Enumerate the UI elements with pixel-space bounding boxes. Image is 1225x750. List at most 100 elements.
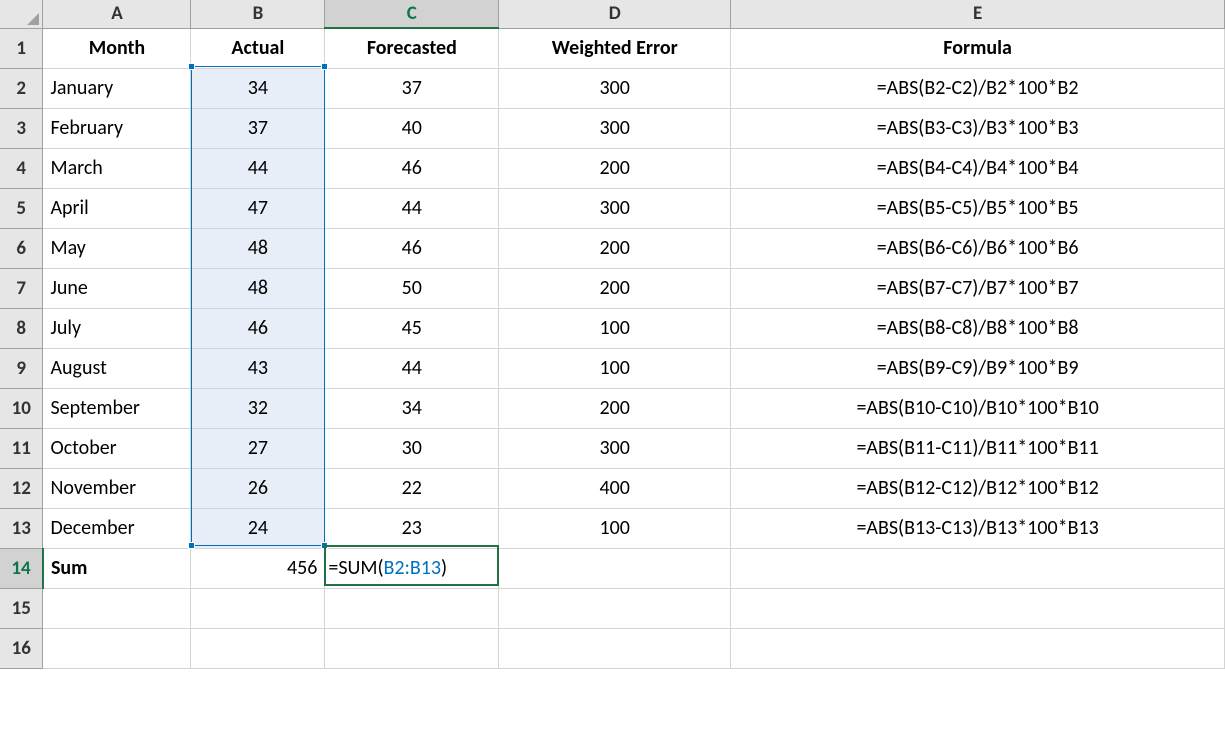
cell-D15[interactable]	[499, 588, 731, 628]
row-header-16[interactable]: 16	[0, 628, 43, 668]
cell-A4[interactable]: March	[43, 148, 191, 188]
cell-D14[interactable]	[499, 548, 731, 588]
cell-D4[interactable]: 200	[499, 148, 731, 188]
cell-A2[interactable]: January	[43, 68, 191, 108]
cell-D5[interactable]: 300	[499, 188, 731, 228]
row-header-1[interactable]: 1	[0, 28, 43, 68]
cell-B11[interactable]: 27	[191, 428, 325, 468]
cell-C6[interactable]: 46	[325, 228, 499, 268]
cell-E8[interactable]: =ABS(B8-C8)/B8*100*B8	[731, 308, 1225, 348]
cell-D10[interactable]: 200	[499, 388, 731, 428]
cell-A1[interactable]: Month	[43, 28, 191, 68]
cell-D2[interactable]: 300	[499, 68, 731, 108]
cell-C11[interactable]: 30	[325, 428, 499, 468]
cell-C15[interactable]	[325, 588, 499, 628]
cell-B1[interactable]: Actual	[191, 28, 325, 68]
cell-A14[interactable]: Sum	[43, 548, 191, 588]
cell-C10[interactable]: 34	[325, 388, 499, 428]
cell-E13[interactable]: =ABS(B13-C13)/B13*100*B13	[731, 508, 1225, 548]
cell-B10[interactable]: 32	[191, 388, 325, 428]
cell-E1[interactable]: Formula	[731, 28, 1225, 68]
cell-D8[interactable]: 100	[499, 308, 731, 348]
cell-E5[interactable]: =ABS(B5-C5)/B5*100*B5	[731, 188, 1225, 228]
cell-C13[interactable]: 23	[325, 508, 499, 548]
cell-A7[interactable]: June	[43, 268, 191, 308]
cell-E12[interactable]: =ABS(B12-C12)/B12*100*B12	[731, 468, 1225, 508]
cell-A11[interactable]: October	[43, 428, 191, 468]
cell-E2[interactable]: =ABS(B2-C2)/B2*100*B2	[731, 68, 1225, 108]
cell-D3[interactable]: 300	[499, 108, 731, 148]
cell-A6[interactable]: May	[43, 228, 191, 268]
column-header-A[interactable]: A	[43, 0, 191, 28]
row-header-7[interactable]: 7	[0, 268, 43, 308]
row-header-2[interactable]: 2	[0, 68, 43, 108]
cell-E7[interactable]: =ABS(B7-C7)/B7*100*B7	[731, 268, 1225, 308]
cell-C9[interactable]: 44	[325, 348, 499, 388]
cell-C4[interactable]: 46	[325, 148, 499, 188]
cell-C1[interactable]: Forecasted	[325, 28, 499, 68]
cell-B13[interactable]: 24	[191, 508, 325, 548]
cell-E11[interactable]: =ABS(B11-C11)/B11*100*B11	[731, 428, 1225, 468]
cell-A8[interactable]: July	[43, 308, 191, 348]
cell-B5[interactable]: 47	[191, 188, 325, 228]
cell-A16[interactable]	[43, 628, 191, 668]
cell-A15[interactable]	[43, 588, 191, 628]
row-header-15[interactable]: 15	[0, 588, 43, 628]
column-header-B[interactable]: B	[191, 0, 325, 28]
row-header-4[interactable]: 4	[0, 148, 43, 188]
cell-C12[interactable]: 22	[325, 468, 499, 508]
cell-B7[interactable]: 48	[191, 268, 325, 308]
row-header-10[interactable]: 10	[0, 388, 43, 428]
cell-C5[interactable]: 44	[325, 188, 499, 228]
cell-A12[interactable]: November	[43, 468, 191, 508]
cell-C2[interactable]: 37	[325, 68, 499, 108]
cell-C16[interactable]	[325, 628, 499, 668]
cell-B9[interactable]: 43	[191, 348, 325, 388]
cell-D11[interactable]: 300	[499, 428, 731, 468]
spreadsheet-grid[interactable]: A B C D E 1 Month Actual Forecasted Weig…	[0, 0, 1225, 669]
cell-E16[interactable]	[731, 628, 1225, 668]
row-header-13[interactable]: 13	[0, 508, 43, 548]
cell-D7[interactable]: 200	[499, 268, 731, 308]
cell-E6[interactable]: =ABS(B6-C6)/B6*100*B6	[731, 228, 1225, 268]
cell-B6[interactable]: 48	[191, 228, 325, 268]
cell-E4[interactable]: =ABS(B4-C4)/B4*100*B4	[731, 148, 1225, 188]
cell-C3[interactable]: 40	[325, 108, 499, 148]
cell-B2[interactable]: 34	[191, 68, 325, 108]
cell-D6[interactable]: 200	[499, 228, 731, 268]
cell-A3[interactable]: February	[43, 108, 191, 148]
cell-E14[interactable]	[731, 548, 1225, 588]
cell-D1[interactable]: Weighted Error	[499, 28, 731, 68]
cell-E10[interactable]: =ABS(B10-C10)/B10*100*B10	[731, 388, 1225, 428]
row-header-14[interactable]: 14	[0, 548, 43, 588]
cell-B14[interactable]: 456	[191, 548, 325, 588]
cell-B12[interactable]: 26	[191, 468, 325, 508]
cell-E9[interactable]: =ABS(B9-C9)/B9*100*B9	[731, 348, 1225, 388]
cell-A9[interactable]: August	[43, 348, 191, 388]
column-header-D[interactable]: D	[499, 0, 731, 28]
cell-B16[interactable]	[191, 628, 325, 668]
cell-B4[interactable]: 44	[191, 148, 325, 188]
cell-B3[interactable]: 37	[191, 108, 325, 148]
column-header-C[interactable]: C	[325, 0, 499, 28]
row-header-9[interactable]: 9	[0, 348, 43, 388]
cell-E3[interactable]: =ABS(B3-C3)/B3*100*B3	[731, 108, 1225, 148]
row-header-3[interactable]: 3	[0, 108, 43, 148]
cell-C14-editing[interactable]: =SUM(B2:B13)	[325, 548, 499, 588]
cell-C8[interactable]: 45	[325, 308, 499, 348]
cell-B15[interactable]	[191, 588, 325, 628]
row-header-8[interactable]: 8	[0, 308, 43, 348]
select-all-corner[interactable]	[0, 0, 43, 28]
row-header-5[interactable]: 5	[0, 188, 43, 228]
row-header-12[interactable]: 12	[0, 468, 43, 508]
column-header-E[interactable]: E	[731, 0, 1225, 28]
cell-C7[interactable]: 50	[325, 268, 499, 308]
cell-D9[interactable]: 100	[499, 348, 731, 388]
row-header-6[interactable]: 6	[0, 228, 43, 268]
cell-B8[interactable]: 46	[191, 308, 325, 348]
cell-E15[interactable]	[731, 588, 1225, 628]
cell-D13[interactable]: 100	[499, 508, 731, 548]
cell-D12[interactable]: 400	[499, 468, 731, 508]
cell-A5[interactable]: April	[43, 188, 191, 228]
cell-A13[interactable]: December	[43, 508, 191, 548]
